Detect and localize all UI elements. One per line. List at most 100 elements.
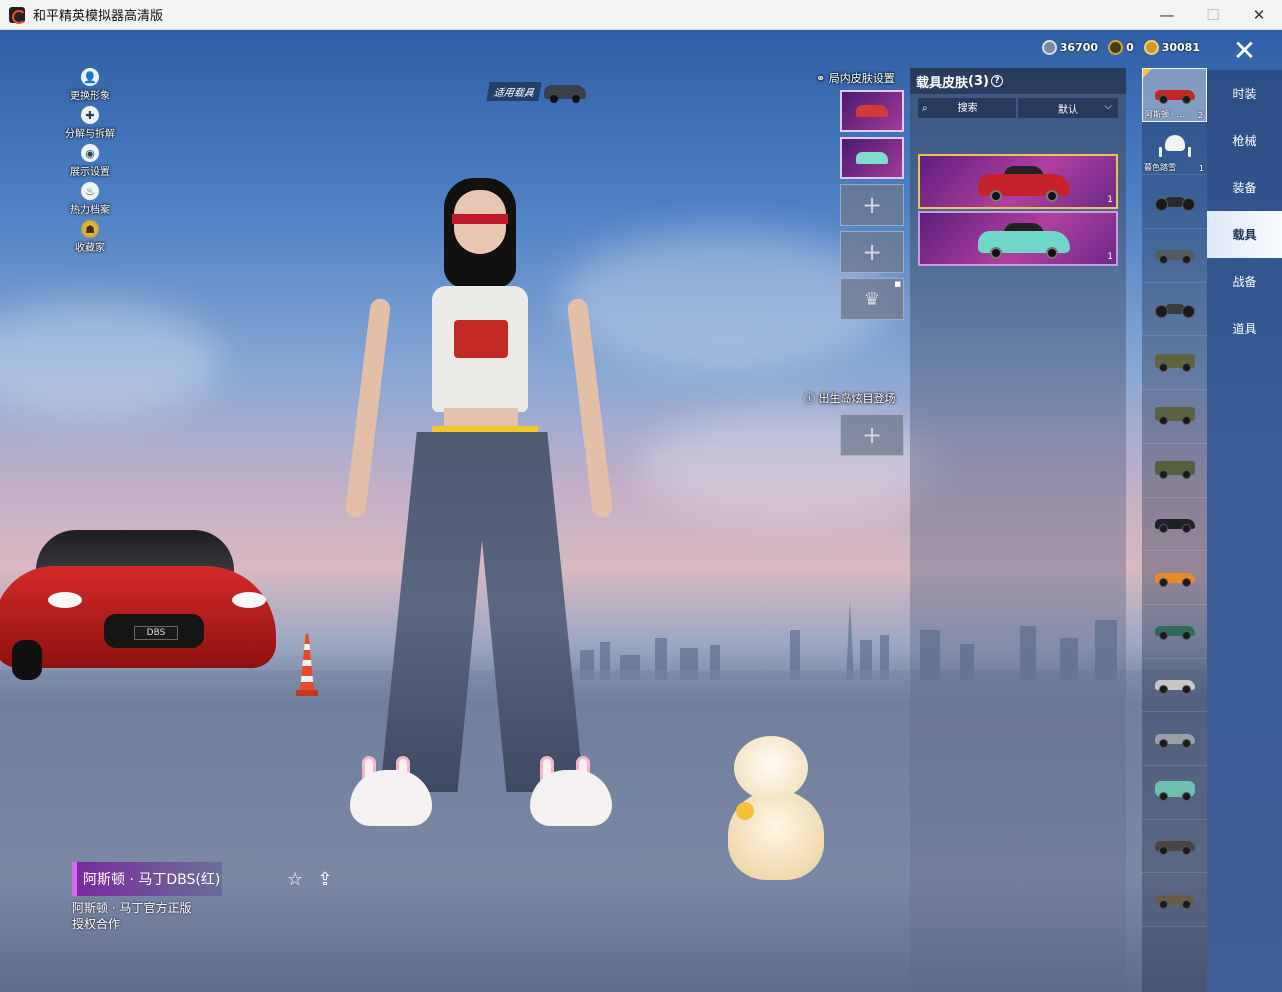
spawn-island-entrance-label[interactable]: ⓘ 出生岛炫目登场 — [804, 390, 896, 406]
skin-search[interactable]: ⌕ — [918, 98, 1016, 118]
moto-vehicle-icon — [1153, 193, 1197, 211]
decompose-button[interactable]: ✚ 分解与拆解 — [58, 106, 122, 143]
pickup-vehicle-icon — [1153, 837, 1197, 855]
mascot-head — [734, 736, 808, 800]
sort-dropdown[interactable]: 默认 ⌵ — [1018, 98, 1118, 118]
vehicle-type-item[interactable]: 阿斯顿 · … 2 — [1142, 68, 1207, 122]
sedan-vehicle-icon — [1153, 676, 1197, 694]
minimize-button[interactable]: — — [1144, 0, 1190, 30]
ingame-skin-slot-1[interactable] — [840, 90, 904, 132]
applicable-vehicle-label: 适用载具 — [486, 82, 542, 101]
currency-ring[interactable]: 0 — [1108, 40, 1134, 55]
sedan-vehicle-icon — [1153, 569, 1197, 587]
lock-icon: ■ — [894, 280, 901, 288]
skin-count: 1 — [1107, 195, 1113, 205]
change-appearance-button[interactable]: 👤 更换形象 — [58, 68, 122, 105]
vehicle-caption: 阿斯顿 · … — [1145, 109, 1185, 119]
window-titlebar: 和平精英模拟器高清版 — ☐ ✕ — [0, 0, 1282, 30]
eye-icon: ◉ — [81, 144, 99, 162]
cloud — [0, 300, 220, 420]
add-skin-slot-button[interactable]: + — [840, 231, 904, 273]
vehicle-thumbnail-icon — [544, 84, 586, 103]
side-menu: 👤 更换形象 ✚ 分解与拆解 ◉ 展示设置 ♨ 热力档案 ☗ 收藏家 — [58, 68, 122, 258]
crown-slot-button[interactable]: ♛ ■ — [840, 278, 904, 320]
skin-panel-header: 载具皮肤 (3) ? — [910, 68, 1126, 94]
share-icon[interactable]: ⇪ — [314, 868, 336, 890]
silver-coin-icon — [1041, 40, 1057, 55]
help-icon[interactable]: ? — [990, 75, 1003, 87]
vehicle-type-item[interactable] — [1142, 873, 1207, 927]
currency-silver[interactable]: 36700 — [1041, 40, 1098, 55]
item-info: 阿斯顿 · 马丁DBS(红) ☆ ⇪ 阿斯顿 · 马丁官方正版 授权合作 — [72, 862, 362, 932]
person-icon: 👤 — [81, 68, 99, 86]
sedan-vehicle-icon — [1153, 730, 1197, 748]
vehicle-type-item[interactable] — [1142, 444, 1207, 498]
skin-search-input[interactable] — [931, 100, 1004, 116]
collector-button[interactable]: ☗ 收藏家 — [58, 220, 122, 257]
ingame-skin-settings-label[interactable]: ⚭ 局内皮肤设置 — [816, 70, 895, 86]
vehicle-caption: 暮色踏雪 — [1144, 163, 1176, 173]
skin-card-red[interactable]: 1 — [918, 154, 1118, 209]
skin-card-teal[interactable]: 1 — [918, 211, 1118, 266]
close-icon[interactable]: ✕ — [1207, 30, 1282, 70]
currency-bar: 36700 0 30081 — [1041, 40, 1200, 55]
skin-tools: ⌕ 默认 ⌵ — [918, 98, 1118, 118]
vehicle-count: 2 — [1197, 110, 1203, 120]
vehicle-type-item[interactable] — [1142, 766, 1207, 820]
flame-icon: ♨ — [81, 182, 99, 200]
vehicle-type-item[interactable] — [1142, 659, 1207, 713]
vehicle-type-item[interactable] — [1142, 820, 1207, 874]
add-spawn-entrance-button[interactable]: + — [840, 414, 904, 456]
vehicle-type-item[interactable] — [1142, 390, 1207, 444]
skin-count: 1 — [1107, 252, 1113, 262]
tab-weapons[interactable]: 枪械 — [1207, 117, 1282, 164]
ingame-skin-slot-2[interactable] — [840, 137, 904, 179]
window-title: 和平精英模拟器高清版 — [33, 9, 164, 24]
maximize-button[interactable]: ☐ — [1190, 0, 1236, 30]
tab-equipment[interactable]: 装备 — [1207, 164, 1282, 211]
vehicle-skin-panel: 载具皮肤 (3) ? ⌕ 默认 ⌵ 1 — [910, 68, 1126, 992]
game-scene: 👤 更换形象 ✚ 分解与拆解 ◉ 展示设置 ♨ 热力档案 ☗ 收藏家 适用载具 … — [0, 30, 1282, 992]
gold-coin-icon — [1143, 40, 1159, 55]
van-vehicle-icon — [1153, 781, 1197, 802]
vehicle-type-item[interactable] — [1142, 605, 1207, 659]
add-skin-slot-button[interactable]: + — [840, 184, 904, 226]
heat-archive-button[interactable]: ♨ 热力档案 — [58, 182, 122, 219]
info-icon: ⓘ — [804, 392, 815, 405]
traffic-cone — [296, 634, 318, 696]
jeep-vehicle-icon — [1153, 407, 1197, 426]
display-settings-button[interactable]: ◉ 展示设置 — [58, 144, 122, 181]
vehicle-type-item[interactable] — [1142, 175, 1207, 230]
tab-combat-prep[interactable]: 战备 — [1207, 258, 1282, 305]
vehicle-type-item[interactable] — [1142, 712, 1207, 766]
jeep-vehicle-icon — [1153, 461, 1197, 480]
tab-props[interactable]: 道具 — [1207, 305, 1282, 352]
shirt-print — [454, 320, 508, 358]
vehicle-type-list: 阿斯顿 · … 2 暮色踏雪 1 — [1142, 68, 1207, 992]
mascot-pet-model[interactable] — [716, 730, 832, 884]
player-character-model[interactable] — [344, 170, 614, 870]
item-actions: ☆ ⇪ — [284, 868, 336, 890]
vehicle-type-item[interactable] — [1142, 283, 1207, 337]
featured-car-model[interactable]: DBS — [0, 530, 284, 680]
bunny-slipper — [530, 770, 612, 826]
vehicle-type-item[interactable] — [1142, 336, 1207, 391]
tab-fashion[interactable]: 时装 — [1207, 70, 1282, 117]
applicable-vehicle-tag[interactable]: 适用载具 — [486, 82, 586, 103]
vehicle-type-item[interactable] — [1142, 498, 1207, 552]
tab-vehicles[interactable]: 载具 — [1207, 211, 1282, 258]
equipped-corner-icon — [1143, 69, 1152, 78]
character-arm — [344, 297, 392, 519]
vehicle-type-item[interactable] — [1142, 551, 1207, 605]
window-close-button[interactable]: ✕ — [1236, 0, 1282, 30]
vehicle-type-item[interactable] — [1142, 229, 1207, 283]
favorite-star-icon[interactable]: ☆ — [284, 868, 306, 890]
collector-badge-icon: ☗ — [81, 220, 99, 238]
currency-gold[interactable]: 30081 — [1143, 40, 1200, 55]
category-tabs: 时装 枪械 装备 载具 战备 道具 — [1207, 70, 1282, 992]
chevron-down-icon: ⌵ — [1104, 101, 1112, 112]
vehicle-type-item[interactable]: 暮色踏雪 1 — [1142, 122, 1207, 176]
car-headlight — [48, 592, 82, 608]
window-controls: — ☐ ✕ — [1144, 0, 1282, 30]
link-icon: ⚭ — [816, 72, 826, 85]
